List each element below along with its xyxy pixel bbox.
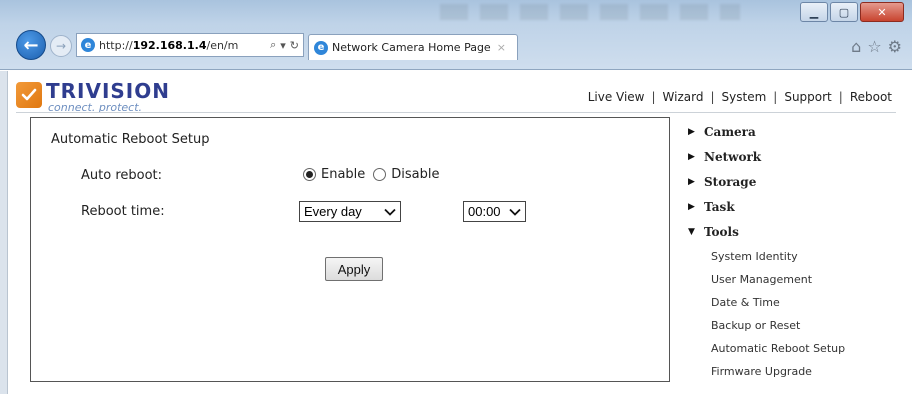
nav-separator: | xyxy=(773,90,778,104)
nav-separator: | xyxy=(838,90,843,104)
reboot-time-select[interactable]: 00:00 xyxy=(463,201,526,222)
address-bar[interactable]: e http://192.168.1.4/en/m ⌕ ▾ ↻ xyxy=(76,33,304,57)
sidebar-item-task[interactable]: ▶ Task xyxy=(680,197,735,217)
reboot-time-label: Reboot time: xyxy=(81,204,165,219)
reboot-settings-panel: Automatic Reboot Setup Auto reboot: Enab… xyxy=(30,117,670,382)
tab-page-icon: e xyxy=(314,40,328,55)
nav-wizard[interactable]: Wizard xyxy=(663,90,704,104)
panel-title: Automatic Reboot Setup xyxy=(51,132,210,147)
sidebar-subitem-user-management[interactable]: User Management xyxy=(711,273,812,286)
browser-right-icons: ⌂ ☆ ⚙ xyxy=(851,37,902,56)
caret-right-icon: ▶ xyxy=(688,177,695,187)
logo-text: TRIVISION connect. protect. xyxy=(46,76,170,114)
home-icon[interactable]: ⌂ xyxy=(851,37,861,56)
minimize-button[interactable]: ▁ xyxy=(800,2,828,22)
disable-radio[interactable] xyxy=(373,168,387,181)
nav-live-view[interactable]: Live View xyxy=(588,90,645,104)
caret-down-icon: ▼ xyxy=(688,227,695,237)
sidebar-item-label: Camera xyxy=(704,125,756,139)
chevron-down-icon xyxy=(384,208,396,216)
nav-reboot[interactable]: Reboot xyxy=(850,90,892,104)
apply-button[interactable]: Apply xyxy=(325,257,383,281)
settings-icon[interactable]: ⚙ xyxy=(888,37,902,56)
refresh-icon[interactable]: ↻ xyxy=(290,39,299,52)
sidebar-item-storage[interactable]: ▶ Storage xyxy=(680,172,756,192)
sidebar-item-tools[interactable]: ▼ Tools xyxy=(680,222,739,242)
search-icon[interactable]: ⌕ xyxy=(270,38,276,52)
enable-radio[interactable] xyxy=(303,168,316,181)
brand-logo[interactable]: TRIVISION connect. protect. xyxy=(16,76,170,114)
close-window-button[interactable]: ✕ xyxy=(860,2,904,22)
sidebar-item-camera[interactable]: ▶ Camera xyxy=(680,122,756,142)
sidebar-subitem-system-identity[interactable]: System Identity xyxy=(711,250,798,263)
window-left-edge xyxy=(0,71,8,394)
sidebar-item-label: Task xyxy=(704,200,735,214)
nav-system[interactable]: System xyxy=(722,90,767,104)
auto-reboot-label: Auto reboot: xyxy=(81,168,163,183)
disable-radio-label[interactable]: Disable xyxy=(391,167,439,182)
address-url[interactable]: http://192.168.1.4/en/m xyxy=(99,39,266,52)
nav-support[interactable]: Support xyxy=(784,90,831,104)
reboot-frequency-value: Every day xyxy=(304,204,362,219)
address-tools: ⌕ ▾ ↻ xyxy=(266,38,303,52)
sidebar-item-label: Network xyxy=(704,150,762,164)
caret-right-icon: ▶ xyxy=(688,202,695,212)
sidebar-subitem-date-time[interactable]: Date & Time xyxy=(711,296,780,309)
ie-page-icon: e xyxy=(81,38,95,52)
caret-right-icon: ▶ xyxy=(688,127,695,137)
enable-radio-label[interactable]: Enable xyxy=(321,167,365,182)
back-button[interactable]: ← xyxy=(16,30,46,60)
sidebar-item-network[interactable]: ▶ Network xyxy=(680,147,761,167)
forward-button[interactable]: → xyxy=(50,35,72,57)
maximize-button[interactable]: ▢ xyxy=(830,2,858,22)
top-navigation: Live View | Wizard | System | Support | … xyxy=(588,90,892,104)
caret-right-icon: ▶ xyxy=(688,152,695,162)
logo-mark-icon xyxy=(16,82,42,108)
sidebar-subitem-automatic-reboot[interactable]: Automatic Reboot Setup xyxy=(711,342,845,355)
tab-close-icon[interactable]: × xyxy=(497,41,506,54)
site-header: TRIVISION connect. protect. Live View | … xyxy=(16,76,896,114)
settings-sidebar: ▶ Camera ▶ Network ▶ Storage ▶ Task ▼ To… xyxy=(680,120,900,385)
blurred-background-window xyxy=(440,4,740,20)
header-divider xyxy=(16,112,896,113)
sidebar-item-label: Storage xyxy=(704,175,757,189)
sidebar-item-label: Tools xyxy=(704,225,739,239)
sidebar-subitem-backup-reset[interactable]: Backup or Reset xyxy=(711,319,800,332)
camera-check-icon xyxy=(21,88,37,101)
window-controls: ▁ ▢ ✕ xyxy=(798,2,904,22)
address-dropdown-icon[interactable]: ▾ xyxy=(280,39,286,52)
favorites-icon[interactable]: ☆ xyxy=(867,37,881,56)
reboot-frequency-select[interactable]: Every day xyxy=(299,201,401,222)
sidebar-subitem-firmware-upgrade[interactable]: Firmware Upgrade xyxy=(711,365,812,378)
browser-toolbar: ▁ ▢ ✕ ← → e http://192.168.1.4/en/m ⌕ ▾ … xyxy=(0,0,912,70)
chevron-down-icon xyxy=(509,208,521,216)
reboot-time-value: 00:00 xyxy=(468,204,501,219)
brand-name: TRIVISION xyxy=(46,79,170,103)
nav-separator: | xyxy=(651,90,656,104)
browser-tab[interactable]: e Network Camera Home Page × xyxy=(308,34,518,60)
tab-title: Network Camera Home Page xyxy=(332,41,491,54)
nav-separator: | xyxy=(710,90,715,104)
auto-reboot-radio-group: Enable Disable xyxy=(303,167,440,182)
